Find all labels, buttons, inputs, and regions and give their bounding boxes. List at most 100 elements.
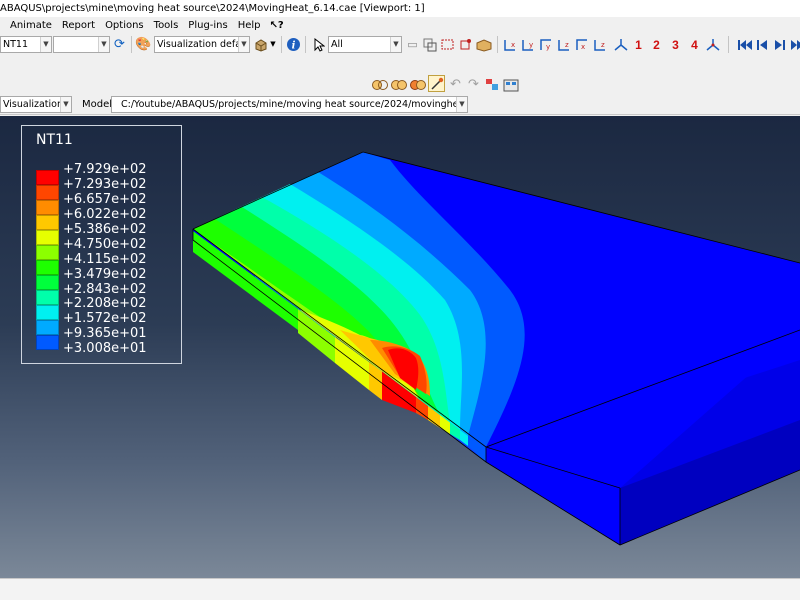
view-z-axis-icon[interactable]: z: [556, 36, 573, 53]
visualization-defaults-combo[interactable]: Visualization defaults ▼: [154, 36, 250, 53]
chevron-down-icon: ▼: [40, 37, 51, 52]
view-y-neg-icon[interactable]: y: [538, 36, 555, 53]
palette-icon[interactable]: 🎨: [135, 36, 152, 53]
menu-animate[interactable]: Animate: [0, 17, 57, 34]
symbol-plot-icon[interactable]: [483, 76, 500, 93]
chevron-down-icon: ▼: [238, 37, 249, 52]
legend-swatch: [36, 320, 59, 335]
legend-swatch: [36, 200, 59, 215]
field-output-value: NT11: [3, 39, 28, 50]
deformed-shape-icon[interactable]: [390, 76, 407, 93]
legend-swatch: [36, 215, 59, 230]
toolbar-separator: [497, 36, 498, 53]
view-z-neg-icon[interactable]: z: [592, 36, 609, 53]
legend-title: NT11: [36, 132, 73, 148]
legend-label: +7.293e+02: [63, 176, 147, 192]
chevron-down-icon: ▼: [60, 97, 71, 112]
model-path-combo[interactable]: C:/Youtube/ABAQUS/projects/mine/moving h…: [111, 96, 468, 113]
play-icon[interactable]: [771, 36, 788, 53]
view-x-axis-icon[interactable]: x: [502, 36, 519, 53]
view-3-button[interactable]: 3: [667, 36, 684, 53]
menu-bar: Animate Report Options Tools Plug-ins He…: [0, 17, 800, 34]
contour-plot-icon[interactable]: [409, 76, 426, 93]
svg-text:y: y: [529, 41, 533, 49]
legend-label: +9.365e+01: [63, 326, 147, 342]
select-cursor-icon[interactable]: [310, 36, 327, 53]
menu-plugins[interactable]: Plug-ins: [183, 17, 232, 34]
svg-text:z: z: [565, 41, 569, 49]
context-help-icon[interactable]: ↖?: [266, 17, 289, 34]
model-path-value: C:/Youtube/ABAQUS/projects/mine/moving h…: [121, 99, 467, 110]
main-toolbar: NT11 ▼ ▼ ⟳ 🎨 Visualization defaults ▼ ▼ …: [0, 34, 800, 55]
previous-frame-icon[interactable]: [754, 36, 771, 53]
step-frame-combo[interactable]: ▼: [53, 36, 110, 53]
contour-legend: NT11 +7.929e+02 +7.293e+02 +6.657e+02 +6.02…: [21, 125, 182, 364]
legend-swatch: [36, 305, 59, 320]
module-value: Visualization: [3, 99, 64, 110]
legend-label: +6.657e+02: [63, 191, 147, 207]
render-style-icon[interactable]: [252, 36, 269, 53]
select-nodes-icon[interactable]: [457, 36, 474, 53]
legend-color-bar: [36, 170, 59, 350]
legend-label: +2.843e+02: [63, 281, 147, 297]
svg-text:z: z: [601, 41, 605, 49]
legend-label: +4.750e+02: [63, 236, 147, 252]
legend-swatch: [36, 185, 59, 200]
legend-labels: +7.929e+02 +7.293e+02 +6.657e+02 +6.022e+02…: [63, 162, 147, 356]
redo-view-icon[interactable]: ↷: [465, 76, 482, 93]
refresh-icon[interactable]: ⟳: [111, 36, 128, 53]
legend-label: +5.386e+02: [63, 221, 147, 237]
plot-contours-icon[interactable]: [428, 75, 445, 92]
toolbar-separator: [131, 36, 132, 53]
legend-swatch: [36, 275, 59, 290]
viewport[interactable]: NT11 +7.929e+02 +7.293e+02 +6.657e+02 +6.02…: [0, 116, 800, 578]
user-view-icon[interactable]: [704, 36, 721, 53]
material-orientation-icon[interactable]: [502, 76, 519, 93]
undo-view-icon[interactable]: ↶: [447, 76, 464, 93]
legend-label: +3.008e+01: [63, 341, 147, 357]
view-x-neg-icon[interactable]: x: [574, 36, 591, 53]
undeformed-shape-icon[interactable]: [371, 76, 388, 93]
toolbar-separator: [281, 36, 282, 53]
menu-tools[interactable]: Tools: [149, 17, 184, 34]
iso-view-icon[interactable]: [612, 36, 629, 53]
menu-options[interactable]: Options: [100, 17, 149, 34]
first-frame-icon[interactable]: [736, 36, 753, 53]
view-1-button[interactable]: 1: [630, 36, 647, 53]
legend-label: +1.572e+02: [63, 311, 147, 327]
box-select-icon[interactable]: [439, 36, 456, 53]
view-y-axis-icon[interactable]: y: [520, 36, 537, 53]
svg-text:y: y: [546, 43, 550, 51]
toolbar-separator: [305, 36, 306, 53]
select-multiple-icon[interactable]: [421, 36, 438, 53]
display-toolbar: ↶ ↷: [0, 74, 800, 94]
chevron-down-icon: ▼: [390, 37, 401, 52]
chevron-down-icon: ▼: [456, 97, 467, 112]
legend-label: +7.929e+02: [63, 162, 147, 177]
legend-swatch: [36, 260, 59, 275]
legend-label: +2.208e+02: [63, 296, 147, 312]
toolbar-separator: [728, 36, 729, 53]
select-entity-icon[interactable]: ▭: [404, 36, 421, 53]
menu-report[interactable]: Report: [57, 17, 100, 34]
context-bar: Visualization ▼ Model: C:/Youtube/ABAQUS…: [0, 94, 800, 115]
legend-label: +6.022e+02: [63, 206, 147, 222]
view-4-button[interactable]: 4: [686, 36, 703, 53]
visualization-defaults-value: Visualization defaults: [157, 39, 250, 50]
module-combo[interactable]: Visualization ▼: [0, 96, 72, 113]
view-2-button[interactable]: 2: [648, 36, 665, 53]
selection-filter-combo[interactable]: All ▼: [328, 36, 402, 53]
menu-help[interactable]: Help: [233, 17, 266, 34]
svg-text:x: x: [511, 41, 515, 49]
selection-filter-value: All: [331, 39, 343, 50]
svg-text:i: i: [292, 41, 296, 52]
legend-swatch: [36, 290, 59, 305]
render-style-dropdown-icon[interactable]: ▼: [268, 36, 278, 53]
info-icon[interactable]: i: [285, 36, 302, 53]
field-output-combo[interactable]: NT11 ▼: [0, 36, 52, 53]
svg-text:x: x: [581, 43, 585, 51]
legend-label: +4.115e+02: [63, 251, 147, 267]
last-frame-icon[interactable]: [788, 36, 800, 53]
status-bar: [0, 578, 800, 600]
select-elements-icon[interactable]: [475, 36, 492, 53]
